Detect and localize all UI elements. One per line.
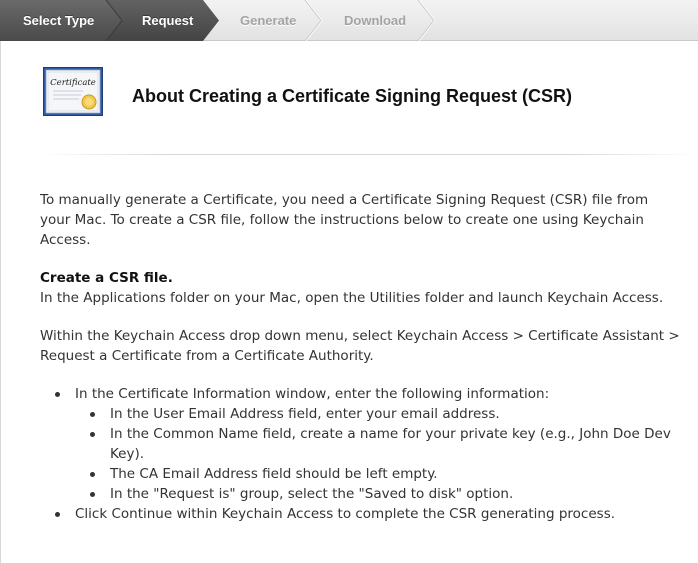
- step-request[interactable]: Request: [142, 0, 193, 41]
- certificate-icon-text: Certificate: [50, 78, 96, 88]
- page-title: About Creating a Certificate Signing Req…: [132, 86, 573, 106]
- header-divider: [40, 154, 698, 155]
- csr-page: Select Type Request Generate Download Ce…: [0, 0, 698, 563]
- sub-list-item: In the "Request is" group, select the "S…: [90, 484, 680, 504]
- sub-list-item: The CA Email Address field should be lef…: [90, 464, 680, 484]
- step-generate: Generate: [240, 13, 297, 28]
- step-download: Download: [344, 13, 407, 28]
- content-frame-border: [0, 41, 1, 563]
- section-text: In the Applications folder on your Mac, …: [40, 290, 664, 306]
- section-heading: Create a CSR file.: [40, 270, 173, 286]
- sub-instruction-list: In the User Email Address field, enter y…: [90, 404, 680, 504]
- intro-paragraph: To manually generate a Certificate, you …: [40, 192, 649, 248]
- instruction-list: In the Certificate Information window, e…: [55, 384, 680, 524]
- list-item-text: In the Certificate Information window, e…: [75, 386, 550, 402]
- instructions-body: To manually generate a Certificate, you …: [40, 190, 680, 524]
- list-item: In the Certificate Information window, e…: [55, 384, 680, 504]
- wizard-steps: Select Type Request Generate Download: [0, 0, 698, 41]
- list-item: Click Continue within Keychain Access to…: [55, 504, 680, 524]
- step-select-type[interactable]: Select Type: [23, 0, 94, 41]
- create-csr-section: Create a CSR file. In the Applications f…: [40, 268, 680, 308]
- certificate-icon: Certificate: [43, 67, 103, 116]
- sub-list-item: In the User Email Address field, enter y…: [90, 404, 680, 424]
- menu-instruction: Within the Keychain Access drop down men…: [40, 328, 680, 364]
- sub-list-item: In the Common Name field, create a name …: [90, 424, 680, 464]
